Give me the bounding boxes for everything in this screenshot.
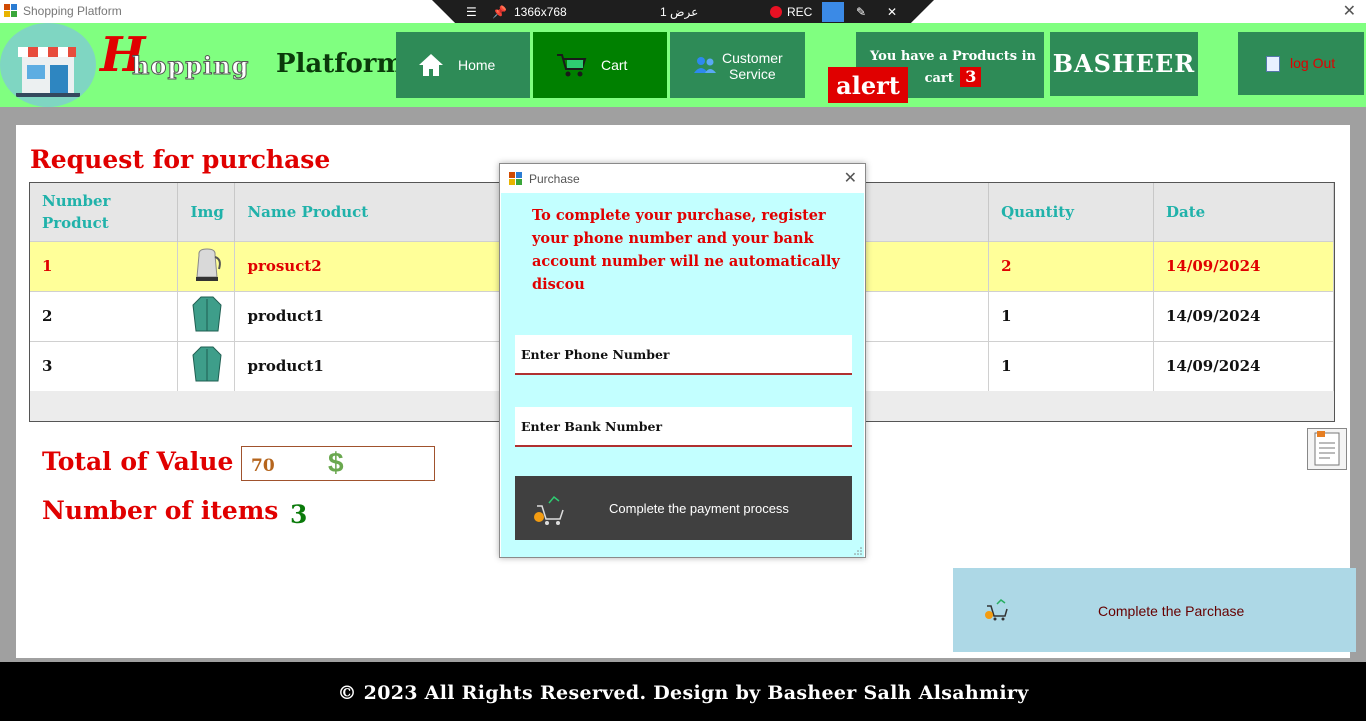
nav-home-button[interactable]: Home — [396, 32, 530, 98]
number-of-items-value: 3 — [290, 500, 308, 529]
dialog-titlebar: Purchase ✕ — [500, 164, 865, 193]
logout-label: log Out — [1290, 55, 1336, 71]
record-dot-icon — [770, 6, 782, 18]
cart-alert-text: You have a Products in — [870, 49, 1036, 64]
cell-img — [177, 240, 236, 291]
brand-platform: Platform — [276, 49, 405, 79]
logout-icon — [1266, 56, 1280, 72]
cell-date: 14/09/2024 — [1153, 290, 1334, 341]
app-header: H hopping Platform Home Cart Customer Se… — [0, 23, 1366, 107]
cell-quantity: 1 — [988, 290, 1154, 341]
total-value-field: 70 $ — [241, 446, 435, 481]
app-icon — [4, 4, 17, 17]
dialog-message: To complete your purchase, register your… — [532, 207, 840, 293]
brand-hopping: hopping — [131, 51, 250, 81]
dialog-title: Purchase — [529, 172, 580, 186]
cell-date: 14/09/2024 — [1153, 240, 1334, 291]
shirt-icon — [192, 296, 223, 332]
window-close-icon[interactable]: ✕ — [1343, 1, 1356, 21]
logout-button[interactable]: log Out — [1238, 32, 1364, 95]
recorder-close-icon[interactable]: ✕ — [887, 5, 897, 19]
nav-customer-service-button[interactable]: Customer Service — [670, 32, 805, 98]
nav-cart-button[interactable]: Cart — [533, 32, 667, 98]
cell-number: 1 — [30, 240, 179, 291]
cart-payment-icon — [985, 599, 1008, 621]
shirt-icon — [192, 346, 223, 382]
resize-grip-icon[interactable] — [854, 547, 862, 555]
cell-quantity: 1 — [988, 340, 1154, 391]
bank-field[interactable] — [515, 407, 852, 447]
phone-input[interactable] — [515, 335, 852, 373]
nav-cart-label: Cart — [601, 57, 628, 73]
cell-number: 2 — [30, 290, 179, 341]
recorder-toolbar: ☰ 📌 1366x768 عرض 1 REC ✎ ✕ — [432, 0, 934, 25]
footer: © 2023 All Rights Reserved. Design by Ba… — [0, 662, 1366, 721]
kettle-icon — [196, 248, 222, 281]
complete-payment-button[interactable]: Complete the payment process — [515, 476, 852, 540]
report-icon — [1314, 431, 1340, 466]
home-icon — [419, 54, 443, 76]
col-date[interactable]: Date — [1153, 183, 1334, 241]
complete-purchase-button[interactable]: Complete the Parchase — [953, 568, 1356, 652]
complete-payment-label: Complete the payment process — [609, 501, 789, 516]
nav-customer-service-label: Customer Service — [722, 50, 783, 82]
col-img[interactable]: Img — [177, 183, 236, 241]
col-number-product[interactable]: Number Product — [30, 183, 179, 241]
cart-payment-icon — [534, 495, 564, 525]
complete-purchase-label: Complete the Parchase — [1098, 603, 1245, 619]
users-icon — [694, 57, 716, 73]
dialog-close-icon[interactable]: ✕ — [844, 168, 857, 188]
cell-img — [177, 340, 236, 391]
bank-input[interactable] — [515, 407, 852, 445]
cart-icon — [557, 54, 587, 77]
store-icon — [16, 47, 80, 97]
number-of-items-label: Number of items — [42, 496, 279, 525]
purchase-dialog: Purchase ✕ To complete your purchase, re… — [499, 163, 866, 558]
currency-icon: $ — [328, 447, 344, 478]
col-quantity[interactable]: Quantity — [988, 183, 1154, 241]
recorder-rec-label[interactable]: REC — [787, 5, 812, 19]
total-value-label: Total of Value — [42, 447, 234, 476]
cell-number: 3 — [30, 340, 179, 391]
user-name-label: BASHEER — [1050, 32, 1198, 96]
dialog-body: To complete your purchase, register your… — [501, 193, 864, 557]
recorder-resolution: 1366x768 — [514, 5, 567, 19]
window-title: Shopping Platform — [23, 4, 122, 18]
page-title: Request for purchase — [30, 145, 331, 174]
cart-count-badge: 3 — [960, 67, 982, 87]
store-logo — [0, 23, 96, 107]
cell-date: 14/09/2024 — [1153, 340, 1334, 391]
pin-icon[interactable]: 📌 — [492, 5, 507, 19]
recorder-webcam-icon[interactable] — [822, 2, 844, 22]
phone-field[interactable] — [515, 335, 852, 375]
recorder-display[interactable]: عرض 1 — [660, 5, 698, 19]
pen-icon[interactable]: ✎ — [856, 5, 866, 19]
menu-icon[interactable]: ☰ — [466, 5, 477, 19]
report-button[interactable] — [1307, 428, 1347, 470]
cell-img — [177, 290, 236, 341]
total-value: 70 — [251, 456, 275, 476]
alert-label: alert — [828, 67, 908, 103]
nav-home-label: Home — [458, 57, 496, 73]
cell-quantity: 2 — [988, 240, 1154, 291]
dialog-app-icon — [509, 172, 522, 185]
